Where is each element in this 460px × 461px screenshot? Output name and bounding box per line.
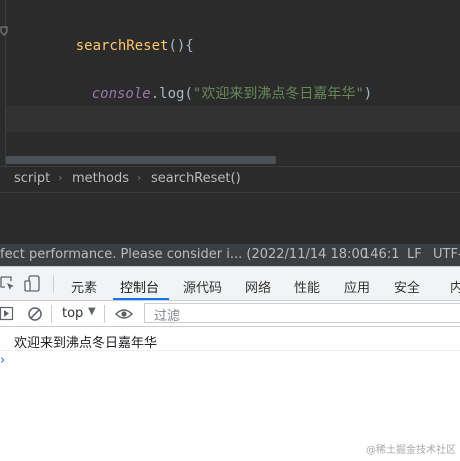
tab-memory[interactable]: 内	[450, 277, 460, 296]
breadcrumb-item-searchreset[interactable]: searchReset()	[151, 171, 241, 186]
tab-performance[interactable]: 性能	[294, 277, 320, 296]
console-log-output: 欢迎来到沸点冬日嘉年华	[14, 336, 158, 351]
breadcrumb-separator: ›	[58, 171, 63, 184]
code-line-console[interactable]: console.log("欢迎来到沸点冬日嘉年华")	[58, 67, 372, 119]
console-method: .log(	[150, 86, 193, 102]
device-toolbar-icon[interactable]	[24, 275, 42, 293]
console-prompt-icon[interactable]: ›	[0, 353, 5, 368]
toolbar-divider	[51, 305, 52, 323]
horizontal-scrollbar[interactable]	[6, 156, 276, 164]
gutter-guide	[5, 0, 6, 166]
filter-placeholder: 过滤	[154, 309, 181, 324]
tab-elements[interactable]: 元素	[71, 277, 97, 296]
editor-bottom-area	[0, 192, 460, 244]
console-object: console	[91, 86, 151, 102]
code-line-function[interactable]: searchReset(){	[42, 22, 194, 70]
fold-icon[interactable]	[0, 26, 8, 36]
file-encoding[interactable]: UTF-	[433, 247, 460, 262]
eye-icon[interactable]	[115, 307, 133, 321]
function-name: searchReset	[75, 38, 169, 54]
chevron-down-icon[interactable]: ▼	[88, 306, 96, 317]
console-toolbar: top ▼ 过滤	[0, 301, 460, 327]
devtools-tab-bar: 元素 控制台 源代码 网络 性能 应用 安全 内	[0, 267, 460, 301]
watermark: @稀土掘金技术社区	[366, 445, 456, 456]
breadcrumb-separator: ›	[137, 171, 142, 184]
devtools-panel: 元素 控制台 源代码 网络 性能 应用 安全 内 top ▼ 过滤 欢迎来到沸点…	[0, 266, 460, 461]
filter-input[interactable]: 过滤	[144, 303, 460, 324]
tab-console[interactable]: 控制台	[120, 277, 159, 296]
tab-application[interactable]: 应用	[344, 277, 370, 296]
console-divider	[0, 350, 460, 351]
inspect-element-icon[interactable]	[0, 276, 16, 292]
active-tab-indicator	[113, 298, 169, 300]
tab-network[interactable]: 网络	[245, 277, 271, 296]
function-suffix: (){	[168, 38, 194, 54]
breadcrumb-item-methods[interactable]: methods	[72, 171, 129, 186]
toolbar-divider	[104, 305, 105, 323]
clear-console-icon[interactable]	[27, 306, 43, 322]
breadcrumb: script › methods › searchReset()	[0, 166, 460, 192]
toolbar-divider	[53, 275, 54, 293]
tab-security[interactable]: 安全	[394, 277, 420, 296]
status-bar: fect performance. Please consider i... (…	[0, 244, 460, 266]
close-paren: )	[363, 86, 373, 102]
tab-sources[interactable]: 源代码	[183, 277, 222, 296]
string-literal: "欢迎来到沸点冬日嘉年华"	[192, 86, 364, 102]
context-selector[interactable]: top	[62, 306, 83, 321]
line-ending[interactable]: LF	[407, 247, 422, 262]
status-message[interactable]: fect performance. Please consider i... (…	[0, 247, 368, 262]
cursor-position[interactable]: 146:1	[362, 247, 399, 262]
breadcrumb-item-script[interactable]: script	[14, 171, 50, 186]
code-editor[interactable]: searchReset(){ console.log("欢迎来到沸点冬日嘉年华"…	[0, 0, 460, 166]
sidebar-toggle-icon[interactable]	[0, 306, 14, 322]
